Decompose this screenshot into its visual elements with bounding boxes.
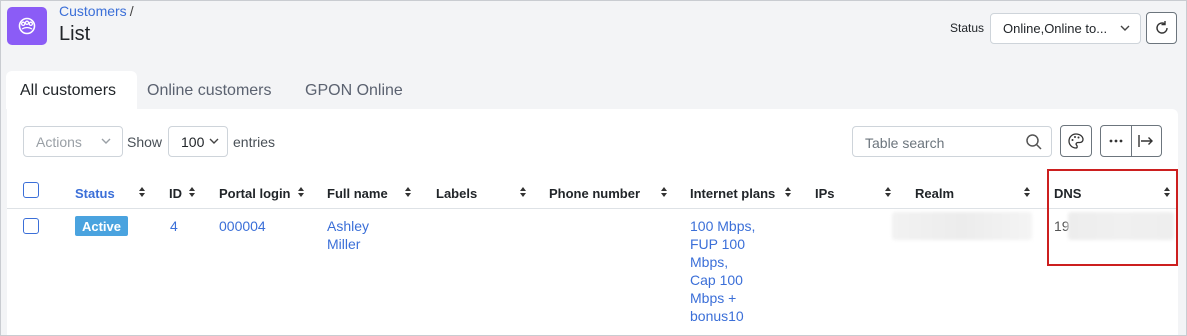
select-all-checkbox[interactable]: [23, 182, 39, 198]
breadcrumb: Customers /: [59, 3, 134, 19]
page-title: List: [59, 23, 91, 45]
column-header-id[interactable]: ID: [169, 186, 182, 201]
status-badge: Active: [75, 216, 128, 236]
breadcrumb-customers-link[interactable]: Customers: [59, 3, 127, 19]
sort-icon[interactable]: [404, 186, 412, 198]
tab-gpon-online[interactable]: GPON Online: [291, 71, 417, 109]
entries-value: 100: [181, 134, 205, 150]
column-header-portal-login[interactable]: Portal login: [219, 186, 291, 201]
portal-login-link[interactable]: 000004: [219, 217, 266, 235]
dns-column-highlight: [1047, 169, 1178, 266]
more-options-button[interactable]: [1101, 126, 1131, 156]
export-arrow-icon: [1138, 135, 1154, 147]
chevron-down-icon: [1120, 25, 1130, 31]
breadcrumb-separator: /: [129, 3, 134, 19]
chevron-down-icon: [101, 138, 111, 144]
tab-online-customers[interactable]: Online customers: [133, 71, 286, 109]
sort-icon[interactable]: [784, 186, 792, 198]
sort-icon[interactable]: [519, 186, 527, 198]
ellipsis-icon: [1109, 139, 1123, 143]
status-filter-label: Status: [950, 21, 985, 35]
sort-icon[interactable]: [138, 186, 146, 198]
table-options-group: [1100, 125, 1162, 157]
sort-icon[interactable]: [1023, 186, 1031, 198]
sort-icon[interactable]: [188, 186, 196, 198]
column-header-internet-plans[interactable]: Internet plans: [690, 186, 775, 201]
customer-id-link[interactable]: 4: [170, 217, 178, 235]
palette-icon: [1068, 133, 1084, 149]
plan-line: Cap 100: [690, 272, 743, 288]
column-header-labels[interactable]: Labels: [436, 186, 477, 201]
plan-line: 100 Mbps,: [690, 218, 756, 234]
actions-label: Actions: [36, 134, 82, 150]
internet-plans-cell[interactable]: 100 Mbps, FUP 100 Mbps, Cap 100 Mbps + b…: [690, 217, 755, 325]
chevron-down-icon: [209, 138, 219, 144]
actions-dropdown[interactable]: Actions: [23, 126, 123, 157]
search-icon: [1026, 134, 1042, 150]
users-group-icon: [18, 17, 36, 35]
sort-icon[interactable]: [884, 186, 892, 198]
customers-app-icon: [7, 7, 47, 45]
column-header-realm[interactable]: Realm: [915, 186, 954, 201]
column-header-phone-number[interactable]: Phone number: [549, 186, 640, 201]
table-search-placeholder: Table search: [865, 135, 945, 151]
row-checkbox[interactable]: [23, 218, 39, 234]
status-filter-value: Online,Online to...: [1003, 21, 1108, 36]
full-name-last: Miller: [327, 236, 361, 252]
column-header-full-name[interactable]: Full name: [327, 186, 388, 201]
status-filter-select[interactable]: Online,Online to...: [990, 13, 1141, 44]
refresh-button[interactable]: [1146, 12, 1177, 44]
plan-line: bonus10: [690, 308, 744, 324]
realm-value-redacted: [892, 212, 1032, 240]
full-name-link[interactable]: Ashley Miller: [327, 217, 369, 253]
tab-all-customers[interactable]: All customers: [6, 71, 137, 109]
plan-line: Mbps +: [690, 290, 737, 306]
color-scheme-button[interactable]: [1060, 125, 1092, 157]
plan-line: FUP 100: [690, 236, 745, 252]
app-window: Customers / List Status Online,Online to.…: [0, 0, 1187, 336]
entries-label: entries: [233, 134, 276, 150]
full-name-first: Ashley: [327, 218, 370, 234]
refresh-icon: [1155, 21, 1168, 34]
sort-icon[interactable]: [297, 186, 305, 198]
column-header-status[interactable]: Status: [75, 186, 115, 201]
export-button[interactable]: [1130, 126, 1161, 156]
column-header-ips[interactable]: IPs: [815, 186, 835, 201]
table-search-input[interactable]: Table search: [852, 126, 1052, 157]
entries-select[interactable]: 100: [168, 126, 228, 157]
sort-icon[interactable]: [660, 186, 668, 198]
show-label: Show: [127, 134, 163, 150]
plan-line: Mbps,: [690, 254, 729, 270]
